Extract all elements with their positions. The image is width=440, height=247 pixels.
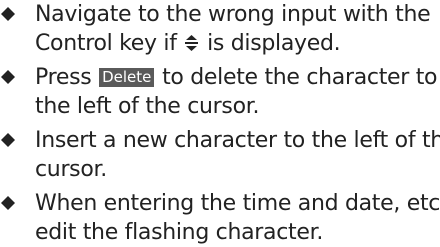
delete-key-badge: Delete bbox=[99, 68, 155, 87]
item-line: Press Delete to delete the character to bbox=[35, 63, 438, 92]
item-line: Control key if is displayed. bbox=[35, 29, 435, 58]
bullet-diamond-icon bbox=[1, 196, 15, 210]
item-text-segment: is displayed. bbox=[200, 31, 341, 56]
item-text-segment: Press bbox=[35, 65, 99, 90]
list-item-text: Insert a new character to the left of th… bbox=[35, 126, 440, 184]
item-text-segment: to delete the character to bbox=[155, 65, 438, 90]
bullet-diamond-icon bbox=[1, 7, 15, 21]
item-line: When entering the time and date, etc., bbox=[35, 191, 440, 216]
list-item-text: Navigate to the wrong input with the Con… bbox=[35, 0, 435, 58]
item-text-segment: Control key if bbox=[35, 31, 184, 56]
list-item-text: Press Delete to delete the character to … bbox=[35, 63, 438, 121]
instruction-list: Navigate to the wrong input with the Con… bbox=[0, 0, 440, 245]
item-line: edit the flashing character. bbox=[35, 220, 324, 245]
list-item-text: When entering the time and date, etc., e… bbox=[35, 189, 440, 247]
up-down-arrow-icon bbox=[185, 35, 199, 51]
item-line: cursor. bbox=[35, 157, 107, 182]
item-line: the left of the cursor. bbox=[35, 94, 260, 119]
item-line: Insert a new character to the left of th… bbox=[35, 128, 440, 153]
bullet-diamond-icon bbox=[1, 70, 15, 84]
item-line: Navigate to the wrong input with the bbox=[35, 2, 431, 27]
bullet-diamond-icon bbox=[1, 133, 15, 147]
